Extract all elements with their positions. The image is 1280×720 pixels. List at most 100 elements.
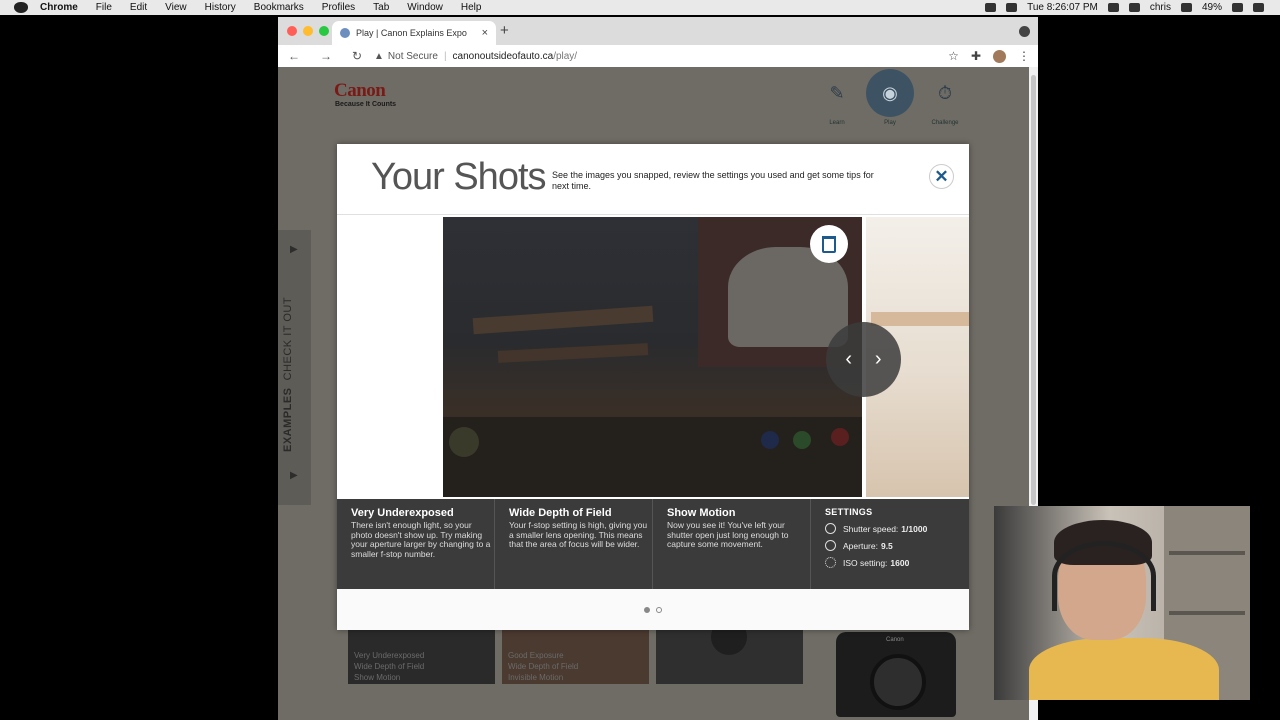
- page-dot-1[interactable]: [644, 606, 650, 613]
- menu-file[interactable]: File: [96, 2, 112, 13]
- feedback-text: There isn't enough light, so your photo …: [351, 520, 491, 559]
- url-host: canonoutsideofauto.ca: [452, 50, 554, 62]
- window-close-button[interactable]: [287, 26, 297, 36]
- new-tab-button[interactable]: +: [500, 22, 509, 39]
- tab-close-icon[interactable]: ×: [482, 27, 488, 39]
- thumbnail-empty[interactable]: [656, 619, 803, 684]
- dslr-camera-image: Canon: [836, 632, 956, 717]
- camera-icon: ◉: [866, 69, 914, 117]
- favicon-icon: [340, 28, 350, 38]
- menu-kebab-icon[interactable]: ⋮: [1018, 49, 1030, 63]
- trash-icon: [822, 235, 836, 253]
- menu-help[interactable]: Help: [461, 2, 482, 13]
- feedback-title: Show Motion: [667, 507, 736, 519]
- pagination-dots: [337, 589, 969, 630]
- modal-close-button[interactable]: ✕: [929, 164, 954, 189]
- menu-app-name[interactable]: Chrome: [40, 2, 78, 13]
- thumb-line: Show Motion: [354, 673, 401, 682]
- display-icon[interactable]: [1180, 3, 1192, 12]
- thumb-line: Wide Depth of Field: [354, 662, 425, 671]
- battery-icon[interactable]: [1232, 3, 1243, 12]
- security-label[interactable]: Not Secure: [388, 51, 438, 62]
- modal-title: Your Shots: [371, 156, 547, 198]
- menu-edit[interactable]: Edit: [130, 2, 147, 13]
- photo-marble-green: [793, 431, 811, 449]
- webcam-overlay: [994, 506, 1250, 700]
- webcam-shelf-board: [1169, 611, 1245, 615]
- your-shots-modal: Your Shots See the images you snapped, r…: [337, 144, 969, 630]
- webcam-shelf-board: [1169, 551, 1245, 555]
- volume-icon[interactable]: [1006, 3, 1018, 12]
- feedback-title: Wide Depth of Field: [509, 507, 612, 519]
- clock[interactable]: Tue 8:26:07 PM: [1027, 2, 1098, 13]
- sun-icon: [825, 557, 836, 568]
- apple-icon[interactable]: [14, 2, 28, 13]
- panel-arrow-bottom-icon[interactable]: ▶: [290, 470, 298, 481]
- thumbnail-1[interactable]: Very Underexposed Wide Depth of Field Sh…: [348, 627, 495, 684]
- browser-tab-active[interactable]: Play | Canon Explains Expo ×: [332, 21, 496, 45]
- extensions-icon[interactable]: ✚: [971, 49, 981, 63]
- photo-biplane-top-wing: [472, 305, 654, 335]
- menu-window[interactable]: Window: [407, 2, 443, 13]
- examples-label-bold: EXAMPLES: [282, 387, 294, 452]
- preview-biplane-wing: [871, 312, 969, 326]
- setting-value: 9.5: [880, 540, 893, 551]
- address-divider: |: [443, 50, 447, 62]
- browser-window: Play | Canon Explains Expo × + ← → ↻ ▲ N…: [278, 17, 1038, 720]
- aperture-icon: [825, 540, 836, 551]
- macos-menubar: Chrome File Edit View History Bookmarks …: [0, 0, 1280, 15]
- book-pencil-icon: ✎: [829, 82, 845, 103]
- menu-profiles[interactable]: Profiles: [322, 2, 355, 13]
- profile-icon[interactable]: [1019, 26, 1030, 37]
- address-bar[interactable]: canonoutsideofauto.ca/play/: [453, 51, 578, 62]
- page-content: Canon Because It Counts ✎ Learn ◉ Play ⏱…: [278, 67, 1029, 720]
- toolbar-actions: ☆ ✚ ⋮: [948, 45, 1030, 67]
- browser-toolbar: ← → ↻ ▲ Not Secure | canonoutsideofauto.…: [278, 45, 1038, 67]
- feedback-text: Your f-stop setting is high, giving you …: [509, 520, 648, 549]
- menu-view[interactable]: View: [165, 2, 187, 13]
- canon-tagline: Because It Counts: [335, 101, 397, 108]
- setting-label: Aperture:: [843, 540, 878, 551]
- battery-percent[interactable]: 49%: [1202, 2, 1222, 13]
- nav-play[interactable]: ◉ Play: [866, 69, 914, 126]
- modal-subtitle: See the images you snapped, review the s…: [552, 170, 874, 191]
- canon-logo[interactable]: Canon: [334, 80, 386, 102]
- shot-photo: [443, 217, 862, 497]
- window-minimize-button[interactable]: [303, 26, 313, 36]
- forward-icon[interactable]: →: [320, 49, 342, 63]
- dropbox-icon[interactable]: [1107, 3, 1119, 12]
- menu-bookmarks[interactable]: Bookmarks: [254, 2, 304, 13]
- panel-arrow-top-icon[interactable]: ▶: [290, 244, 298, 255]
- nav-challenge[interactable]: ⏱ Challenge: [921, 69, 969, 127]
- settings-heading: SETTINGS: [825, 507, 873, 517]
- feedback-card-depth: Wide Depth of Field Your f-stop setting …: [495, 499, 653, 589]
- menu-tab[interactable]: Tab: [373, 2, 389, 13]
- user-name[interactable]: chris: [1150, 2, 1171, 13]
- nav-challenge-label: Challenge: [931, 120, 959, 126]
- prev-shot-button[interactable]: ‹: [845, 348, 852, 371]
- menu-history[interactable]: History: [205, 2, 236, 13]
- calendar-icon[interactable]: [1128, 3, 1140, 12]
- scrollbar-thumb[interactable]: [1031, 75, 1036, 505]
- window-maximize-button[interactable]: [319, 26, 329, 36]
- profile-avatar[interactable]: [993, 49, 1006, 63]
- page-dot-2[interactable]: [656, 606, 662, 613]
- url-path: /play/: [553, 50, 578, 62]
- wifi-icon[interactable]: [985, 3, 997, 12]
- control-center-icon[interactable]: [1253, 3, 1264, 12]
- tab-title: Play | Canon Explains Expo: [356, 28, 467, 38]
- setting-label: ISO setting:: [843, 557, 888, 568]
- bookmark-star-icon[interactable]: ☆: [948, 49, 959, 63]
- setting-shutter: Shutter speed: 1/1000: [825, 523, 969, 534]
- examples-label: EXAMPLES CHECK IT OUT: [282, 297, 294, 452]
- delete-shot-button[interactable]: [810, 225, 848, 263]
- reload-icon[interactable]: ↻: [352, 49, 374, 63]
- examples-side-panel[interactable]: ▶ EXAMPLES CHECK IT OUT ▶: [278, 230, 311, 505]
- nav-learn[interactable]: ✎ Learn: [813, 69, 861, 127]
- next-shot-button[interactable]: ›: [875, 348, 882, 371]
- thumb-line: Invisible Motion: [508, 673, 564, 682]
- back-icon[interactable]: ←: [288, 49, 310, 63]
- warning-icon[interactable]: ▲: [374, 51, 384, 62]
- photo-marble-large: [449, 427, 479, 457]
- thumbnail-2[interactable]: Good Exposure Wide Depth of Field Invisi…: [502, 627, 649, 684]
